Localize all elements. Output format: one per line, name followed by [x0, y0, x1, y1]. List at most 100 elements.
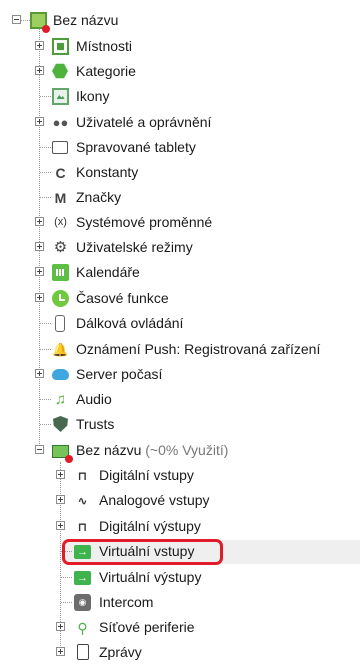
expand-toggle[interactable] — [35, 242, 44, 251]
expand-toggle[interactable] — [56, 495, 65, 504]
tree-node-label: Konstanty — [76, 164, 139, 180]
tree-node-label: Kategorie — [76, 63, 136, 79]
tree-node-trusts[interactable]: Trusts — [0, 412, 360, 437]
device-label: Bez názvu (~0% Využití) — [76, 442, 228, 459]
intercom-camera-icon: ◉ — [74, 594, 91, 611]
expand-toggle[interactable] — [35, 66, 44, 75]
tree-node-label: Bez názvu — [53, 12, 119, 28]
tree-node-label: Místnosti — [76, 38, 133, 54]
bell-icon: 🔔 — [52, 342, 69, 357]
weather-cloud-icon — [52, 369, 69, 380]
tree-node-label: Uživatelé a oprávnění — [76, 114, 212, 130]
tree-node-label: Ikony — [76, 88, 110, 104]
tree-node-zpravy[interactable]: Zprávy — [0, 640, 360, 665]
remote-control-icon — [55, 315, 65, 332]
tree-node-casove-funkce[interactable]: Časové funkce — [0, 286, 360, 311]
tree-node-dalkova-ovladani[interactable]: Dálková ovládání — [0, 311, 360, 336]
expand-toggle[interactable] — [35, 369, 44, 378]
device-name: Bez názvu — [76, 442, 142, 458]
network-icon: ⚲ — [77, 619, 88, 636]
category-hexagon-icon — [52, 63, 68, 79]
tree-node-label: Digitální výstupy — [99, 518, 201, 534]
tree-connector — [40, 424, 51, 425]
collapse-toggle[interactable] — [35, 445, 44, 454]
expand-toggle[interactable] — [56, 521, 65, 530]
tree-node-label: Intercom — [99, 594, 154, 610]
tree-node-digitalni-vstupy[interactable]: ⊓ Digitální vstupy — [0, 463, 360, 488]
expand-toggle[interactable] — [35, 41, 44, 50]
tree-connector — [40, 399, 51, 400]
variable-x-icon: (x) — [54, 216, 67, 228]
status-dot — [65, 455, 73, 463]
tree-node-kalendare[interactable]: Kalendáře — [0, 260, 360, 285]
calendar-icon — [52, 264, 69, 281]
digital-output-icon: ⊓ — [77, 519, 88, 534]
constant-c-icon: C — [55, 164, 66, 181]
tree-node-analogove-vstupy[interactable]: ∿ Analogové vstupy — [0, 488, 360, 513]
expand-toggle[interactable] — [56, 470, 65, 479]
device-usage: (~0% Využití) — [145, 442, 229, 458]
tree-node-server-pocasi[interactable]: Server počasí — [0, 362, 360, 387]
tree-node-konstanty[interactable]: C Konstanty — [0, 160, 360, 185]
tree-node-ikony[interactable]: Ikony — [0, 84, 360, 109]
tree-connector — [40, 172, 51, 173]
marker-m-icon: M — [54, 189, 67, 206]
tree-node-label: Oznámení Push: Registrovaná zařízení — [76, 341, 321, 357]
tree-connector — [40, 349, 51, 350]
virtual-output-icon: → — [74, 571, 91, 585]
expand-toggle[interactable] — [56, 647, 65, 656]
image-icon — [52, 88, 69, 105]
tree-node-uzivatelske-rezimy[interactable]: ⚙ Uživatelské režimy — [0, 235, 360, 260]
room-icon — [52, 38, 69, 55]
tree-node-label: Virtuální výstupy — [99, 569, 202, 585]
tree-node-label: Systémové proměnné — [76, 214, 213, 230]
tree-node-label: Značky — [76, 189, 122, 205]
tree-node-label: Dálková ovládání — [76, 315, 184, 331]
tree-connector — [40, 323, 51, 324]
tree-node-kategorie[interactable]: Kategorie — [0, 59, 360, 84]
expand-toggle[interactable] — [56, 622, 65, 631]
tree-node-uzivatele[interactable]: ●● Uživatelé a oprávnění — [0, 110, 360, 135]
tree-node-label: Uživatelské režimy — [76, 239, 193, 255]
shield-icon — [53, 416, 68, 432]
clock-icon — [52, 290, 69, 307]
document-icon — [77, 644, 89, 660]
tree-node-label: Kalendáře — [76, 264, 140, 280]
tree-connector — [40, 147, 51, 148]
tree-node-mistnosti[interactable]: Místnosti — [0, 34, 360, 59]
tree-connector — [40, 197, 51, 198]
expand-toggle[interactable] — [35, 117, 44, 126]
tree-node-label: Audio — [76, 391, 112, 407]
project-tree: Bez názvu Místnosti Kategorie Ikony ●● U… — [0, 0, 360, 660]
tree-node-label: Trusts — [76, 416, 115, 432]
tree-node-virtualni-vystupy[interactable]: → Virtuální výstupy — [0, 565, 360, 590]
tree-node-label: Časové funkce — [76, 290, 169, 306]
tree-node-label: Server počasí — [76, 366, 163, 382]
gear-icon: ⚙ — [53, 239, 68, 256]
tablet-icon — [52, 141, 68, 154]
tree-node-systemove-promenne[interactable]: (x) Systémové proměnné — [0, 210, 360, 235]
status-dot — [42, 25, 50, 33]
tree-node-tablety[interactable]: Spravované tablety — [0, 135, 360, 160]
tree-connector — [40, 96, 51, 97]
tree-connector — [61, 577, 72, 578]
collapse-toggle[interactable] — [12, 15, 21, 24]
tree-node-intercom[interactable]: ◉ Intercom — [0, 590, 360, 615]
tree-node-label: Zprávy — [99, 644, 142, 660]
digital-input-icon: ⊓ — [77, 468, 88, 483]
tree-node-label: Analogové vstupy — [99, 492, 210, 508]
tree-node-digitalni-vystupy[interactable]: ⊓ Digitální výstupy — [0, 514, 360, 539]
tree-node-znacky[interactable]: M Značky — [0, 185, 360, 210]
tree-node-sitove-periferie[interactable]: ⚲ Síťové periferie — [0, 615, 360, 640]
users-icon: ●● — [52, 115, 69, 130]
tree-node-oznameni-push[interactable]: 🔔 Oznámení Push: Registrovaná zařízení — [0, 337, 360, 362]
expand-toggle[interactable] — [35, 217, 44, 226]
tree-node-label: Síťové periferie — [99, 619, 195, 635]
tree-node-label: Digitální vstupy — [99, 467, 194, 483]
tree-node-device[interactable]: Bez názvu (~0% Využití) — [0, 438, 360, 463]
tree-node-root[interactable]: Bez názvu — [0, 8, 360, 33]
analog-wave-icon: ∿ — [77, 493, 88, 508]
expand-toggle[interactable] — [35, 293, 44, 302]
expand-toggle[interactable] — [35, 267, 44, 276]
tree-node-audio[interactable]: ♫ Audio — [0, 387, 360, 412]
